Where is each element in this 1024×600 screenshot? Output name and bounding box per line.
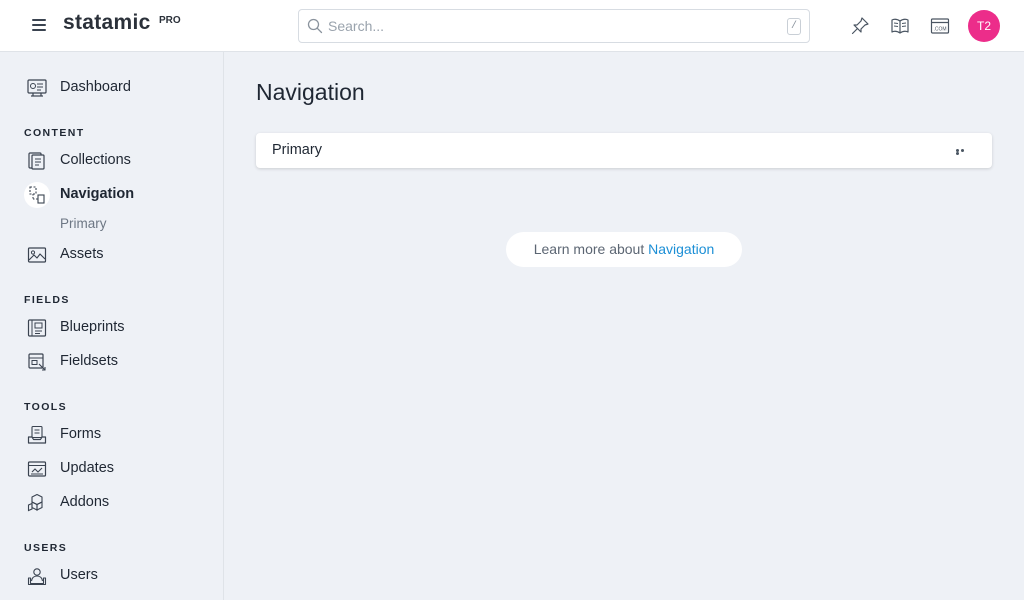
sidebar-item-label: Addons: [60, 494, 110, 510]
user-avatar[interactable]: T2: [968, 10, 1000, 42]
addons-icon: [27, 493, 43, 512]
learn-more-pill: Learn more about Navigation: [506, 232, 742, 267]
navigation-icon: [29, 186, 45, 204]
docs-book-icon[interactable]: [890, 16, 910, 36]
fieldsets-icon: [28, 353, 46, 371]
nav-list-row-label[interactable]: Primary: [272, 142, 322, 158]
sidebar: Dashboard CONTENT Collections Navigation…: [0, 52, 224, 600]
sidebar-item-label: Updates: [60, 460, 115, 476]
section-users: USERS: [24, 542, 68, 554]
learn-more-link[interactable]: Navigation: [648, 241, 714, 257]
sidebar-item-addons[interactable]: Addons: [24, 490, 204, 516]
site-icon[interactable]: .COM: [930, 16, 950, 36]
sidebar-item-collections[interactable]: Collections: [24, 148, 204, 174]
global-search[interactable]: /: [298, 9, 810, 43]
users-icon: [27, 568, 47, 586]
section-fields: FIELDS: [24, 294, 70, 306]
sidebar-item-dashboard[interactable]: Dashboard: [24, 75, 204, 101]
sidebar-item-users[interactable]: Users: [24, 563, 204, 589]
more-actions-icon[interactable]: [956, 149, 970, 155]
page-title: Navigation: [256, 79, 365, 105]
logo-pro-badge: PRO: [159, 15, 181, 26]
section-content: CONTENT: [24, 127, 85, 139]
search-shortcut-hint: /: [787, 18, 801, 35]
menu-toggle-icon[interactable]: [32, 19, 48, 33]
sidebar-item-updates[interactable]: Updates: [24, 456, 204, 482]
pin-icon[interactable]: [850, 16, 870, 36]
sidebar-item-label: Forms: [60, 426, 102, 442]
updates-icon: [27, 461, 47, 477]
forms-icon: [27, 425, 47, 444]
blueprints-icon: [27, 319, 47, 337]
learn-more-text: Learn more about: [533, 241, 649, 257]
sidebar-item-forms[interactable]: Forms: [24, 422, 204, 448]
nav-list-row[interactable]: Primary: [256, 133, 992, 168]
assets-icon: [27, 247, 47, 263]
section-tools: TOOLS: [24, 401, 67, 413]
sidebar-item-label: Dashboard: [60, 79, 131, 95]
sidebar-item-label: Fieldsets: [60, 353, 119, 369]
search-input[interactable]: [328, 16, 768, 36]
sidebar-subitem-primary[interactable]: Primary: [60, 216, 107, 231]
sidebar-item-label: Users: [60, 567, 98, 583]
sidebar-item-blueprints[interactable]: Blueprints: [24, 315, 204, 341]
collections-icon: [28, 152, 45, 170]
sidebar-item-fieldsets[interactable]: Fieldsets: [24, 349, 204, 375]
logo[interactable]: statamic: [63, 11, 151, 35]
svg-text:.COM: .COM: [933, 27, 946, 33]
sidebar-item-label: Navigation: [60, 186, 135, 202]
sidebar-item-label: Blueprints: [60, 319, 125, 335]
search-icon: [307, 18, 323, 34]
sidebar-item-label: Collections: [60, 152, 131, 168]
sidebar-item-label: Assets: [60, 246, 104, 262]
top-bar: statamic PRO / .COM T2: [0, 0, 1024, 52]
sidebar-item-assets[interactable]: Assets: [24, 242, 204, 268]
dashboard-icon: [27, 79, 47, 97]
sidebar-item-navigation[interactable]: Navigation: [24, 182, 204, 208]
